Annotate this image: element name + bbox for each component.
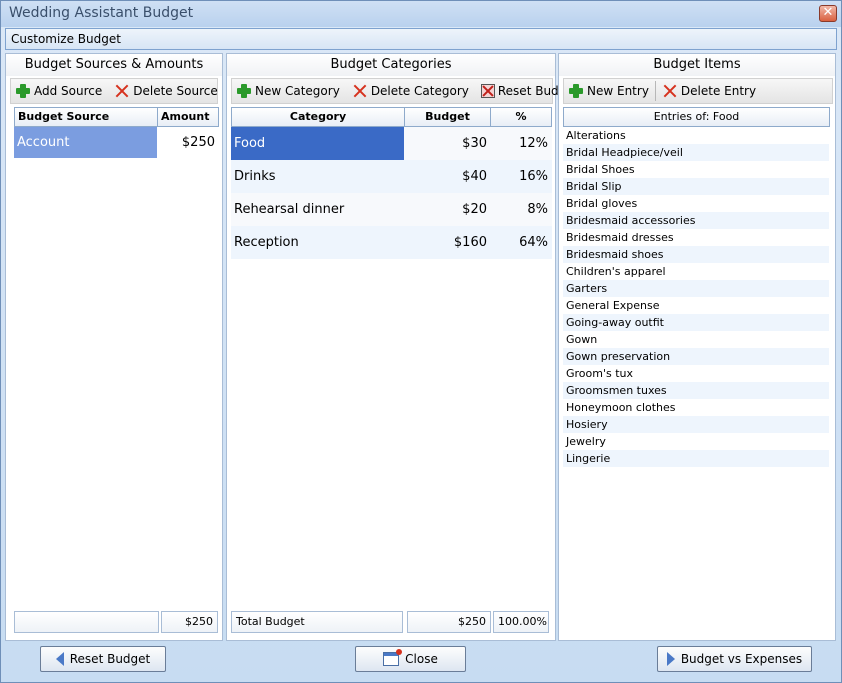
delete-icon bbox=[662, 83, 678, 99]
close-window-icon bbox=[383, 649, 403, 666]
new-category-button[interactable]: New Category bbox=[232, 80, 344, 102]
list-item[interactable]: Bridal Slip bbox=[563, 178, 829, 195]
category-percent-cell[interactable]: 16% bbox=[491, 160, 552, 193]
category-percent-cell[interactable]: 12% bbox=[491, 127, 552, 160]
category-cell[interactable]: Rehearsal dinner bbox=[231, 193, 404, 226]
category-cell[interactable]: Food bbox=[231, 127, 404, 160]
list-item[interactable]: Gown preservation bbox=[563, 348, 829, 365]
title-bar[interactable]: Wedding Assistant Budget ✕ bbox=[1, 1, 841, 27]
items-toolbar: New Entry Delete Entry bbox=[563, 78, 833, 104]
items-panel-title: Budget Items bbox=[559, 54, 835, 76]
list-item[interactable]: Lingerie bbox=[563, 450, 829, 467]
delete-category-button[interactable]: Delete Category bbox=[348, 80, 473, 102]
categories-panel: Budget Categories New Category Delete Ca… bbox=[226, 53, 578, 641]
category-cell[interactable]: Reception bbox=[231, 226, 404, 259]
delete-source-button[interactable]: Delete Source bbox=[110, 80, 221, 102]
source-name-cell[interactable]: Account bbox=[14, 127, 157, 158]
add-icon bbox=[15, 83, 31, 99]
delete-category-label: Delete Category bbox=[370, 84, 469, 98]
delete-source-label: Delete Source bbox=[133, 84, 218, 98]
list-item[interactable]: Groom's tux bbox=[563, 365, 829, 382]
sources-panel: Budget Sources & Amounts Add Source Dele… bbox=[5, 53, 223, 641]
list-item[interactable]: Bridesmaid dresses bbox=[563, 229, 829, 246]
category-budget-cell[interactable]: $20 bbox=[404, 193, 491, 226]
category-percent-cell[interactable]: 64% bbox=[491, 226, 552, 259]
app-window: Wedding Assistant Budget ✕ Customize Bud… bbox=[0, 0, 842, 683]
window-title: Wedding Assistant Budget bbox=[9, 5, 194, 21]
arrow-right-icon bbox=[666, 652, 675, 666]
list-item[interactable]: Bridal gloves bbox=[563, 195, 829, 212]
new-entry-label: New Entry bbox=[587, 84, 649, 98]
sources-footer-spacer bbox=[14, 611, 159, 633]
categories-toolbar: New Category Delete Category Reset Budge… bbox=[231, 78, 578, 104]
budget-vs-expenses-label: Budget vs Expenses bbox=[680, 652, 803, 666]
category-percent-cell[interactable]: 8% bbox=[491, 193, 552, 226]
list-item[interactable]: Jewelry bbox=[563, 433, 829, 450]
add-source-button[interactable]: Add Source bbox=[11, 80, 106, 102]
list-item[interactable]: Gown bbox=[563, 331, 829, 348]
column-header-category[interactable]: Category bbox=[231, 107, 405, 127]
delete-entry-button[interactable]: Delete Entry bbox=[658, 80, 760, 102]
sources-panel-title: Budget Sources & Amounts bbox=[6, 54, 222, 76]
list-item[interactable]: Children's apparel bbox=[563, 263, 829, 280]
category-budget-cell[interactable]: $30 bbox=[404, 127, 491, 160]
column-header-percent-actual[interactable]: % Actual bbox=[490, 107, 552, 141]
budget-vs-expenses-button[interactable]: Budget vs Expenses bbox=[657, 646, 812, 672]
list-item[interactable]: Going-away outfit bbox=[563, 314, 829, 331]
close-label: Close bbox=[405, 652, 438, 666]
list-item[interactable]: Alterations bbox=[563, 127, 829, 144]
reset-icon bbox=[480, 84, 495, 98]
list-item[interactable]: Bridesmaid accessories bbox=[563, 212, 829, 229]
sources-toolbar: Add Source Delete Source bbox=[10, 78, 218, 104]
column-header-budget[interactable]: Budget bbox=[404, 107, 491, 127]
delete-icon bbox=[114, 83, 130, 99]
list-item[interactable]: Garters bbox=[563, 280, 829, 297]
add-icon bbox=[568, 83, 584, 99]
add-icon bbox=[236, 83, 252, 99]
source-amount-cell[interactable]: $250 bbox=[157, 127, 219, 158]
list-item[interactable]: Hosiery bbox=[563, 416, 829, 433]
new-category-label: New Category bbox=[255, 84, 340, 98]
list-item[interactable]: Honeymoon clothes bbox=[563, 399, 829, 416]
window-close-button[interactable]: ✕ bbox=[819, 5, 837, 22]
items-panel: Budget Items New Entry Delete Entry Entr… bbox=[558, 53, 836, 641]
sources-total: $250 bbox=[161, 611, 218, 633]
total-budget-label: Total Budget bbox=[231, 611, 403, 633]
list-item[interactable]: Bridesmaid shoes bbox=[563, 246, 829, 263]
column-header-budget-source[interactable]: Budget Source bbox=[14, 107, 158, 127]
reset-budget-button[interactable]: Reset Budget bbox=[40, 646, 166, 672]
category-budget-cell[interactable]: $40 bbox=[404, 160, 491, 193]
list-item[interactable]: General Expense bbox=[563, 297, 829, 314]
customize-budget-label: Customize Budget bbox=[11, 32, 121, 46]
categories-panel-title: Budget Categories bbox=[227, 54, 555, 76]
customize-budget-header: Customize Budget bbox=[5, 28, 837, 50]
list-item[interactable]: Bridal Shoes bbox=[563, 161, 829, 178]
category-cell[interactable]: Drinks bbox=[231, 160, 404, 193]
delete-icon bbox=[352, 83, 368, 99]
total-budget-amount: $250 bbox=[407, 611, 491, 633]
new-entry-button[interactable]: New Entry bbox=[564, 80, 653, 102]
delete-entry-label: Delete Entry bbox=[680, 84, 757, 98]
category-budget-cell[interactable]: $160 bbox=[404, 226, 491, 259]
arrow-left-icon bbox=[55, 652, 64, 666]
entries-header: Entries of: Food bbox=[563, 107, 830, 127]
total-budget-percent: 100.00% bbox=[493, 611, 549, 633]
toolbar-separator bbox=[654, 81, 656, 101]
add-source-label: Add Source bbox=[34, 84, 103, 98]
column-header-amount[interactable]: Amount bbox=[157, 107, 219, 127]
close-button[interactable]: Close bbox=[355, 646, 466, 672]
list-item[interactable]: Groomsmen tuxes bbox=[563, 382, 829, 399]
reset-budget-label: Reset Budget bbox=[69, 652, 151, 666]
list-item[interactable]: Bridal Headpiece/veil bbox=[563, 144, 829, 161]
